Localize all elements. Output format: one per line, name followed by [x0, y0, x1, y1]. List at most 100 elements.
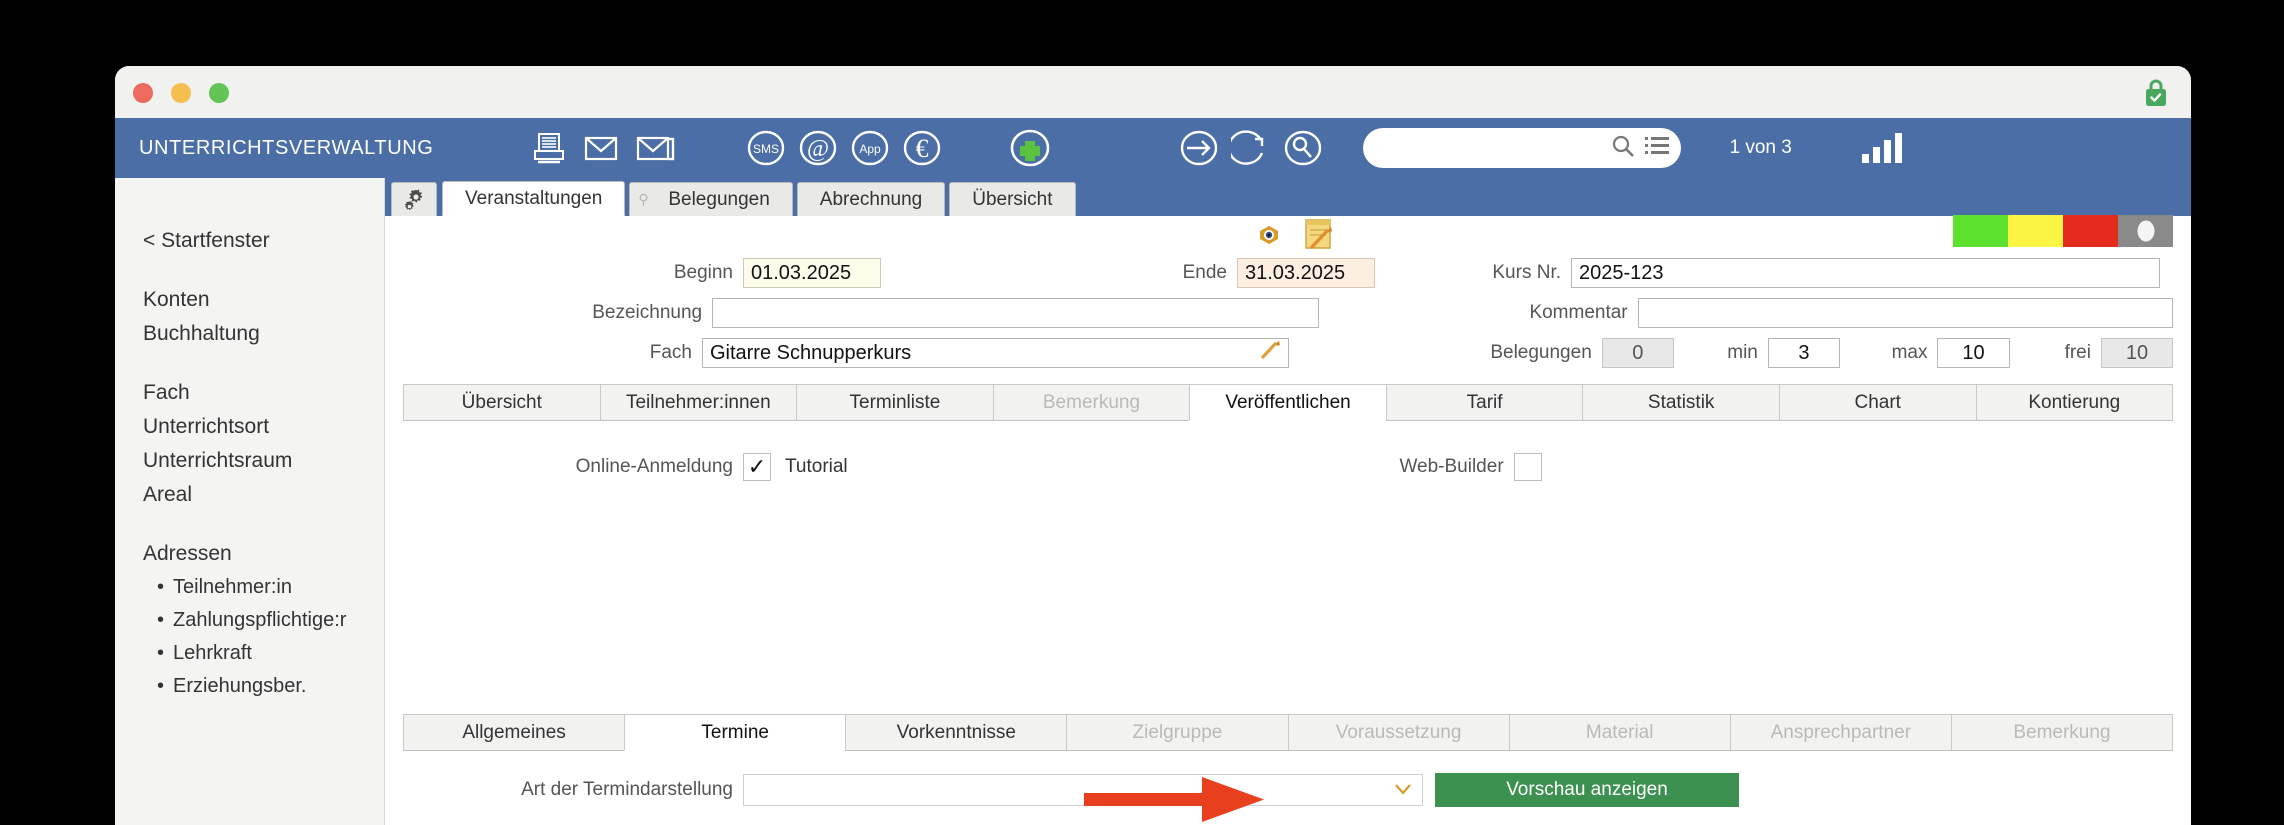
- beginn-label: Beginn: [673, 262, 733, 283]
- app-title: UNTERRICHTSVERWALTUNG: [139, 136, 434, 159]
- tab-label: Ansprechpartner: [1770, 721, 1912, 743]
- tab-veranstaltungen[interactable]: Veranstaltungen: [442, 181, 626, 216]
- arrow-right-circle-icon[interactable]: [1179, 128, 1219, 168]
- tab-ansprechpartner: Ansprechpartner: [1729, 714, 1951, 750]
- sidebar-item-areal[interactable]: Areal: [115, 478, 384, 512]
- refresh-circle-icon[interactable]: [1231, 128, 1271, 168]
- tab-statistik[interactable]: Statistik: [1582, 384, 1779, 420]
- tab-label: Bemerkung: [1042, 391, 1141, 413]
- tab-allgemeines[interactable]: Allgemeines: [403, 714, 625, 750]
- header-icon-group-documents: [526, 132, 682, 164]
- minimize-window-button[interactable]: [171, 83, 191, 103]
- tab-label: Material: [1585, 721, 1654, 743]
- tab-chart[interactable]: Chart: [1778, 384, 1976, 420]
- bezeichnung-field[interactable]: [712, 298, 1320, 328]
- signal-bars-icon: [1861, 133, 1902, 163]
- max-field[interactable]: 10: [1937, 338, 2010, 368]
- search-input[interactable]: [1363, 130, 1602, 166]
- tab-belegungen[interactable]: ⚲ Belegungen: [629, 182, 793, 216]
- online-anmeldung-label: Online-Anmeldung: [575, 456, 733, 477]
- note-edit-icon[interactable]: [1303, 218, 1333, 257]
- tab-label: Termine: [701, 721, 769, 743]
- sidebar-navigation: < Startfenster Konten Buchhaltung Fach U…: [115, 178, 385, 825]
- tab-kontierung[interactable]: Kontierung: [1975, 384, 2174, 420]
- tab-uebersicht-detail[interactable]: Übersicht: [403, 384, 600, 420]
- svg-text:@: @: [807, 136, 829, 162]
- euro-icon[interactable]: €: [902, 128, 942, 168]
- status-neutral[interactable]: [2118, 215, 2173, 247]
- fach-label: Fach: [649, 342, 692, 363]
- kommentar-field[interactable]: [1637, 298, 2173, 328]
- publish-options-row: Online-Anmeldung ✓ Tutorial Web-Builder: [403, 447, 2173, 487]
- window-body: < Startfenster Konten Buchhaltung Fach U…: [115, 178, 2191, 825]
- close-window-button[interactable]: [133, 83, 153, 103]
- termine-section: Allgemeines Termine Vorkenntnisse Zielgr…: [403, 700, 2173, 825]
- header-icon-group-communication: SMS @ App €: [740, 128, 948, 168]
- belegungen-field: 0: [1601, 338, 1674, 368]
- min-field[interactable]: 3: [1767, 338, 1840, 368]
- gears-icon[interactable]: [391, 182, 437, 216]
- form-row-bezeichnung: Bezeichnung Kommentar: [403, 296, 2173, 330]
- eye-icon[interactable]: [1257, 224, 1281, 251]
- search-circle-icon[interactable]: [1283, 128, 1323, 168]
- mail-icon[interactable]: [584, 134, 618, 162]
- sms-icon[interactable]: SMS: [746, 128, 786, 168]
- sidebar-item-erziehungsber[interactable]: Erziehungsber.: [115, 670, 384, 703]
- chevron-down-icon[interactable]: [1394, 782, 1412, 801]
- tab-bemerkung-termine: Bemerkung: [1950, 714, 2173, 750]
- status-green[interactable]: [1953, 215, 2008, 247]
- status-yellow[interactable]: [2008, 215, 2063, 247]
- tab-termine[interactable]: Termine: [624, 714, 846, 750]
- tab-zielgruppe: Zielgruppe: [1066, 714, 1288, 750]
- sidebar-item-fach[interactable]: Fach: [115, 376, 384, 410]
- sidebar-item-konten[interactable]: Konten: [115, 283, 384, 317]
- tutorial-label[interactable]: Tutorial: [785, 456, 848, 478]
- zoom-window-button[interactable]: [209, 83, 229, 103]
- sidebar-back-startfenster[interactable]: < Startfenster: [115, 224, 384, 258]
- tab-abrechnung[interactable]: Abrechnung: [796, 182, 946, 216]
- tab-uebersicht[interactable]: Übersicht: [949, 182, 1076, 216]
- tab-label: Veranstaltungen: [465, 187, 603, 209]
- tab-voraussetzung: Voraussetzung: [1287, 714, 1509, 750]
- beginn-field[interactable]: 01.03.2025: [743, 258, 881, 288]
- app-header-toolbar: UNTERRICHTSVERWALTUNG SMS @ App € 1 von …: [115, 118, 2191, 178]
- tab-label: Kontierung: [2028, 391, 2121, 413]
- mail-multiple-icon[interactable]: [636, 134, 676, 162]
- tab-label: Teilnehmer:innen: [625, 391, 771, 413]
- sidebar-item-teilnehmerin[interactable]: Teilnehmer:in: [115, 571, 384, 604]
- print-icon[interactable]: [532, 132, 566, 164]
- pencil-icon[interactable]: [1259, 339, 1281, 367]
- sidebar-item-zahlungspflichtige[interactable]: Zahlungspflichtige:r: [115, 604, 384, 637]
- list-icon[interactable]: [1645, 135, 1670, 162]
- termindarstellung-select[interactable]: [743, 774, 1423, 806]
- sidebar-item-adressen[interactable]: Adressen: [115, 537, 384, 571]
- kursnr-field[interactable]: 2025-123: [1571, 258, 2160, 288]
- search-box[interactable]: [1363, 128, 1682, 168]
- sidebar-item-lehrkraft[interactable]: Lehrkraft: [115, 637, 384, 670]
- online-anmeldung-checkbox[interactable]: ✓: [743, 453, 771, 481]
- module-tab-strip: Veranstaltungen ⚲ Belegungen Abrechnung …: [385, 178, 2191, 216]
- tab-vorkenntnisse[interactable]: Vorkenntnisse: [845, 714, 1067, 750]
- ende-field[interactable]: 31.03.2025: [1237, 258, 1375, 288]
- tab-material: Material: [1508, 714, 1730, 750]
- at-sign-icon[interactable]: @: [798, 128, 838, 168]
- frei-field: 10: [2100, 338, 2174, 368]
- tab-teilnehmerinnen[interactable]: Teilnehmer:innen: [599, 384, 797, 420]
- status-red[interactable]: [2063, 215, 2118, 247]
- magnifier-icon[interactable]: [1611, 134, 1635, 163]
- tab-tarif[interactable]: Tarif: [1385, 384, 1583, 420]
- vorschau-anzeigen-button[interactable]: Vorschau anzeigen: [1435, 773, 1739, 807]
- add-plus-icon[interactable]: [1008, 127, 1052, 169]
- sidebar-item-unterrichtsort[interactable]: Unterrichtsort: [115, 410, 384, 444]
- tab-veroeffentlichen[interactable]: Veröffentlichen: [1189, 384, 1386, 420]
- fach-value: Gitarre Schnupperkurs: [709, 341, 912, 364]
- tab-label: Übersicht: [972, 188, 1053, 210]
- tab-terminliste[interactable]: Terminliste: [796, 384, 993, 420]
- fach-field[interactable]: Gitarre Schnupperkurs: [701, 338, 1289, 368]
- web-builder-checkbox[interactable]: [1513, 453, 1542, 481]
- svg-text:SMS: SMS: [753, 142, 779, 156]
- sidebar-item-buchhaltung[interactable]: Buchhaltung: [115, 317, 384, 351]
- app-icon[interactable]: App: [850, 128, 890, 168]
- svg-text:App: App: [860, 142, 882, 156]
- sidebar-item-unterrichtsraum[interactable]: Unterrichtsraum: [115, 444, 384, 478]
